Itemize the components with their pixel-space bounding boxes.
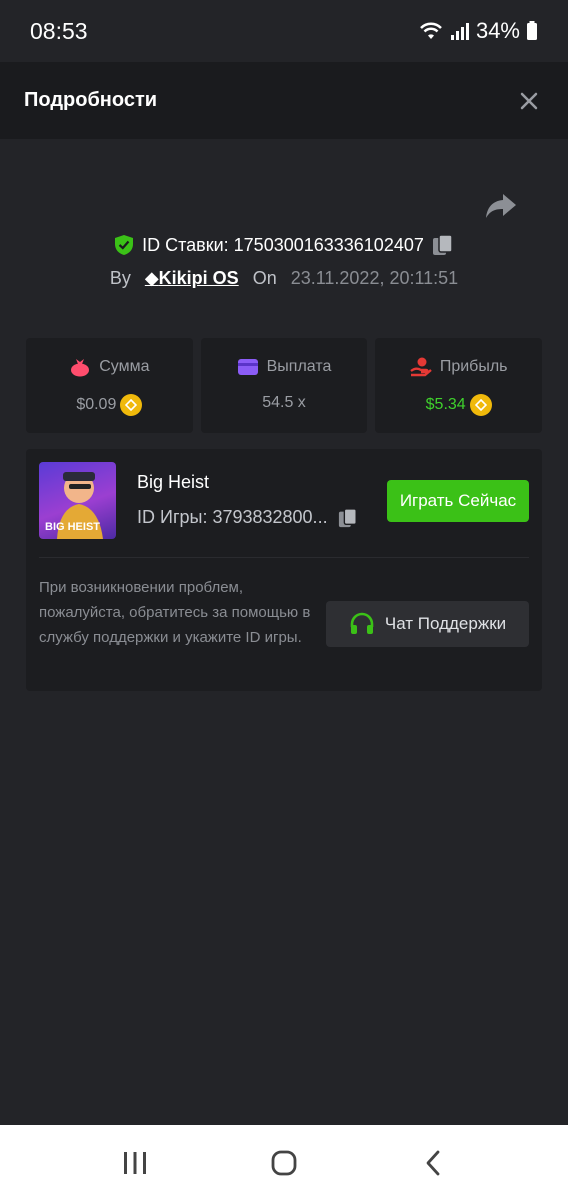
stat-value: $0.09: [76, 396, 117, 413]
status-indicators: 34%: [418, 18, 538, 44]
game-id: ID Игры: 3793832800...: [137, 507, 328, 527]
play-now-button[interactable]: Играть Сейчас: [387, 480, 529, 522]
bet-date: 23.11.2022, 20:11:51: [290, 267, 459, 288]
headset-icon: [350, 612, 374, 634]
diamond-icon: ◆: [144, 267, 159, 288]
stat-profit: Прибыль $5.34: [375, 338, 543, 433]
back-icon: [426, 1150, 440, 1175]
status-bar: 08:53 34%: [0, 0, 568, 62]
home-icon: [271, 1150, 297, 1175]
on-label: On: [252, 267, 277, 288]
stat-amount: Сумма $0.09: [26, 338, 193, 433]
coin-icon: [120, 394, 143, 416]
game-thumb-title: BIG HEIST: [45, 521, 101, 533]
support-chat-button[interactable]: Чат Поддержки: [326, 601, 529, 647]
close-button[interactable]: [514, 86, 544, 116]
game-title: Big Heist: [137, 472, 210, 492]
wifi-icon: [420, 22, 442, 39]
wallet-icon: [237, 359, 258, 375]
recent-apps-icon: [123, 1151, 146, 1174]
game-id-row: ID Игры: 3793832800...: [137, 507, 358, 528]
shield-check-icon: [115, 235, 134, 255]
bet-id: ID Ставки: 1750300163336102407: [142, 234, 424, 255]
profit-hand-icon: [410, 357, 432, 377]
stat-label: Сумма: [99, 358, 150, 375]
stat-payout: Выплата 54.5 x: [200, 338, 368, 433]
page-title: Подробности: [24, 89, 158, 111]
details-header: Подробности: [0, 62, 568, 139]
system-nav-bar: [0, 1125, 568, 1200]
bet-stats: Сумма $0.09 Выплата 54.5 x Прибыль $5.34: [26, 338, 543, 433]
close-icon: [520, 92, 538, 109]
recent-apps-button[interactable]: [115, 1143, 155, 1183]
user-link[interactable]: ◆Kikipi OS: [145, 268, 239, 289]
help-text: При возникновении проблем, пожалуйста, о…: [39, 579, 311, 646]
coin-icon: [469, 394, 492, 416]
bet-author-row: By ◆Kikipi OS On 23.11.2022, 20:11:51: [0, 264, 568, 292]
copy-icon[interactable]: [432, 234, 454, 256]
stat-label: Выплата: [266, 358, 332, 375]
money-bag-icon: [71, 359, 90, 377]
game-thumbnail[interactable]: BIG HEIST: [39, 462, 116, 539]
battery-percent: 34%: [475, 18, 520, 43]
by-label: By: [109, 267, 131, 288]
divider: [39, 557, 529, 558]
back-button[interactable]: [413, 1143, 453, 1183]
battery-icon: [527, 21, 537, 40]
share-icon[interactable]: [485, 192, 517, 220]
copy-icon[interactable]: [338, 507, 358, 528]
status-time: 08:53: [30, 17, 88, 44]
game-card: BIG HEIST Big Heist ID Игры: 3793832800.…: [26, 449, 542, 691]
bet-id-row: ID Ставки: 1750300163336102407: [0, 230, 568, 260]
home-button[interactable]: [264, 1143, 304, 1183]
support-label: Чат Поддержки: [384, 614, 507, 633]
stat-value: 54.5 x: [262, 394, 306, 411]
stat-value: $5.34: [425, 396, 466, 413]
stat-label: Прибыль: [439, 358, 508, 375]
signal-icon: [450, 23, 469, 40]
